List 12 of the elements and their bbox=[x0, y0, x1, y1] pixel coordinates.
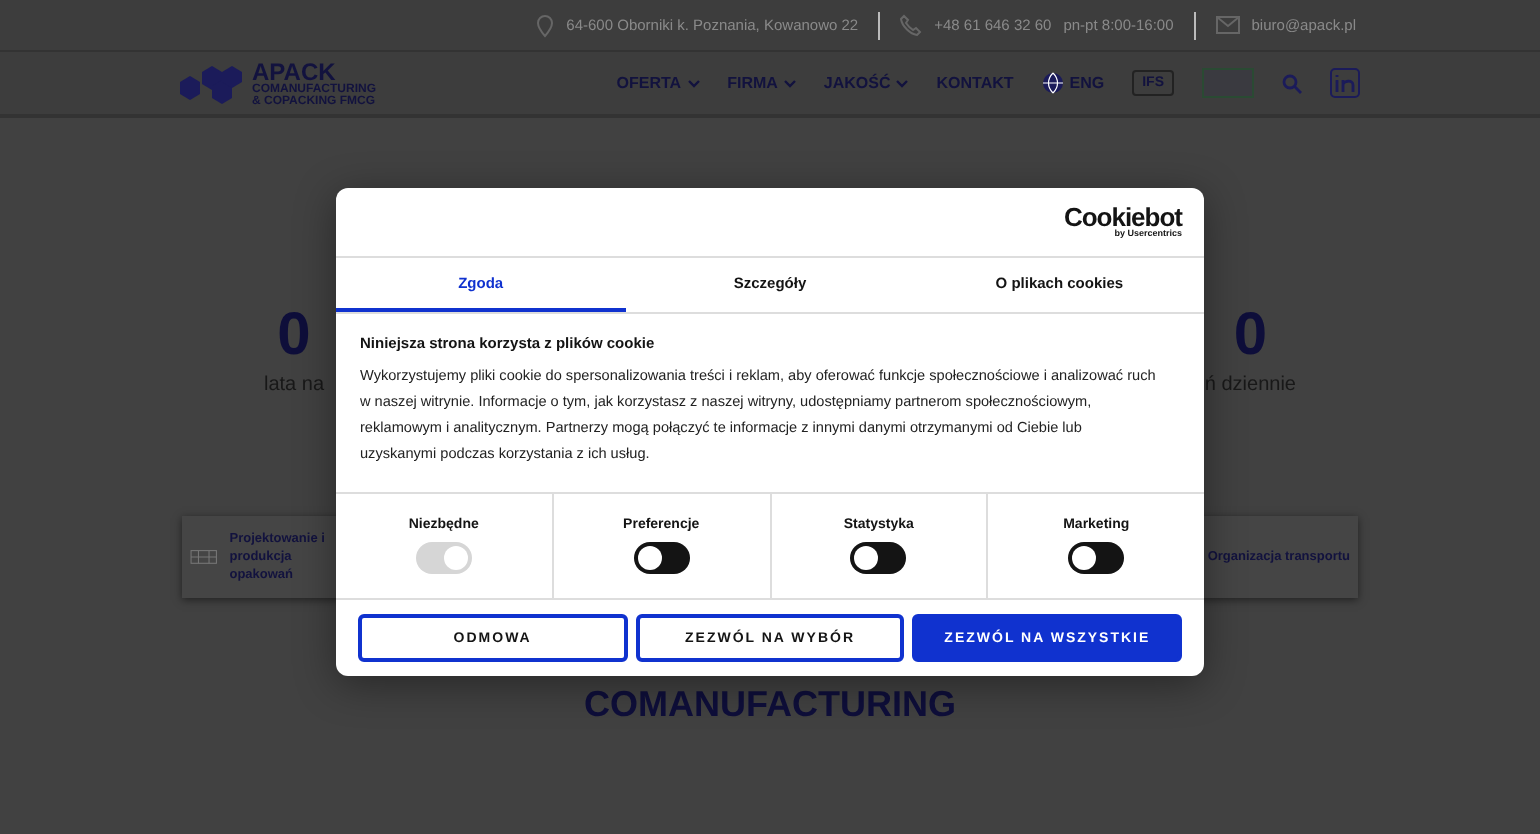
toggle-switch[interactable] bbox=[1068, 541, 1125, 574]
globe-icon bbox=[1041, 72, 1064, 94]
boxes-logo-icon bbox=[180, 63, 244, 103]
cookiebot-logo: Cookiebot bbox=[1063, 204, 1182, 231]
chevron-down-icon bbox=[896, 79, 909, 87]
phone-icon bbox=[900, 14, 923, 36]
location-pin-icon bbox=[536, 13, 555, 37]
chevron-down-icon bbox=[783, 79, 796, 87]
toggle-switch[interactable] bbox=[633, 541, 690, 574]
chevron-down-icon bbox=[687, 79, 700, 87]
mail-icon bbox=[1215, 16, 1240, 34]
toggle-switch[interactable] bbox=[850, 541, 907, 574]
